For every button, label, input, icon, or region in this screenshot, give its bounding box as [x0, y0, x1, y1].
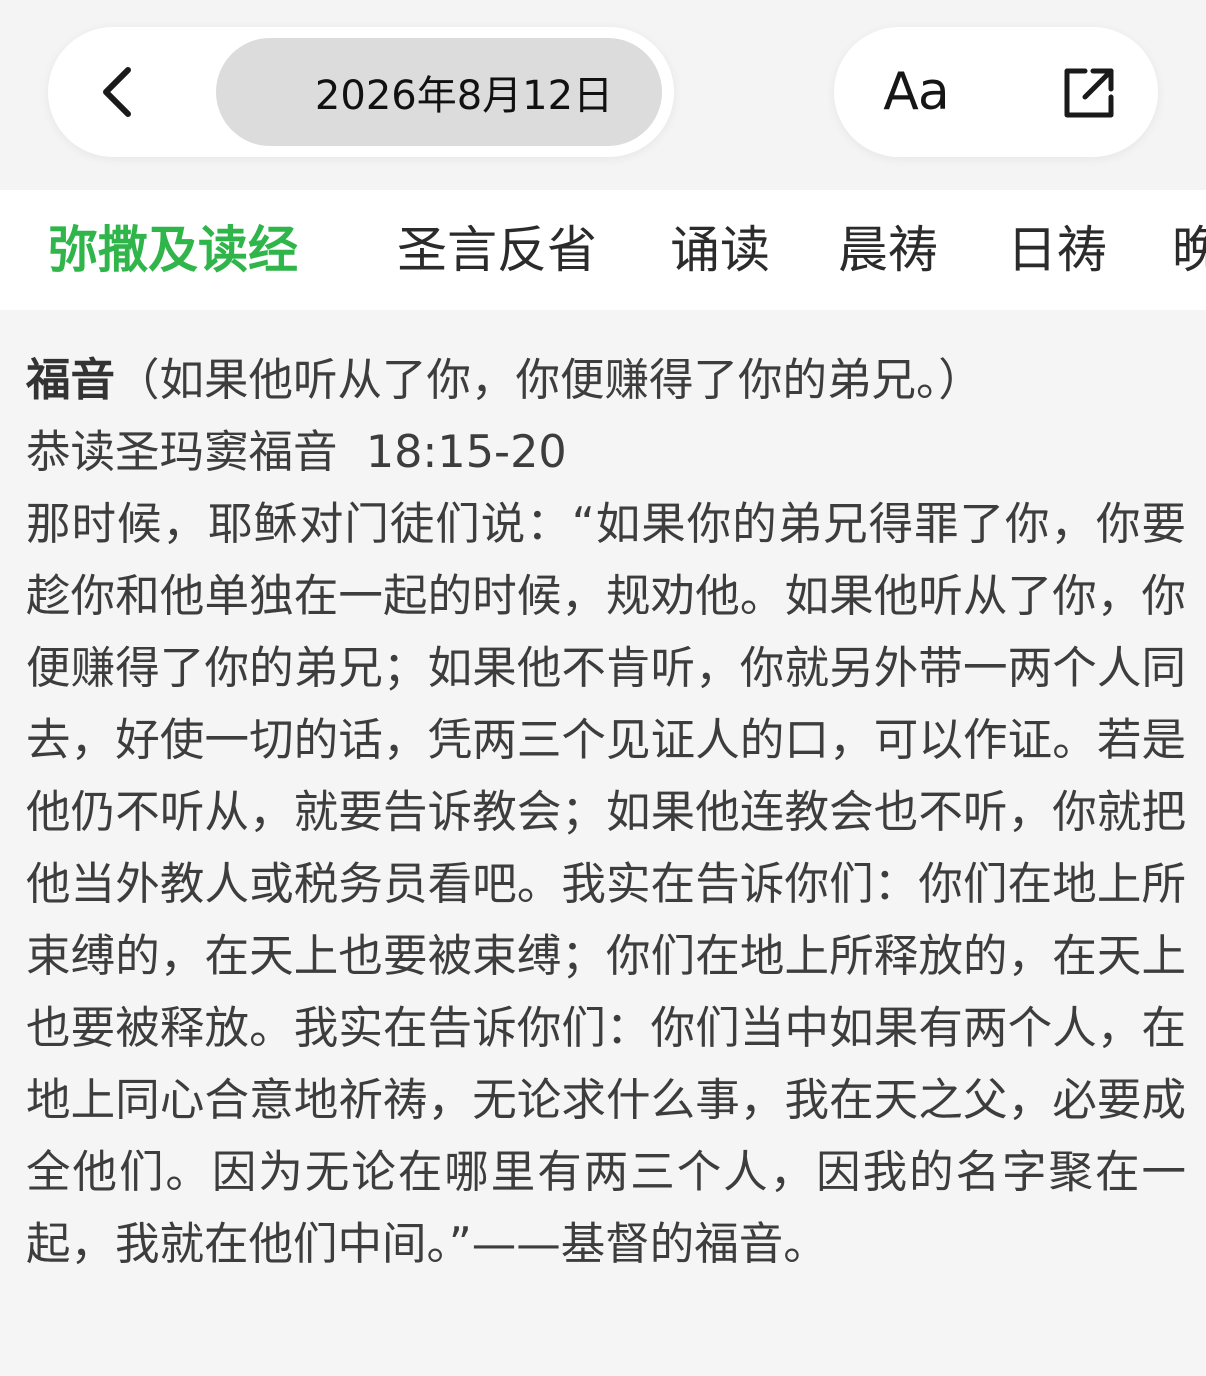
- date-selector[interactable]: 2026年8月12日: [216, 38, 662, 146]
- font-size-label: Aa: [883, 62, 949, 122]
- reading-reference: 18:15-20: [365, 427, 567, 478]
- reading-source: 恭读圣玛窦福音: [26, 427, 338, 478]
- section-subtitle: （如果他听从了你，你便赚得了你的弟兄。）: [115, 355, 983, 406]
- tab-morning-prayer[interactable]: 晨祷: [838, 220, 938, 280]
- font-size-button[interactable]: Aa: [866, 55, 966, 129]
- tab-bar: 弥撒及读经 圣言反省 诵读 晨祷 日祷 晚: [0, 190, 1206, 310]
- reading-source-line: 恭读圣玛窦福音 18:15-20: [26, 417, 1186, 489]
- share-button[interactable]: [1054, 58, 1124, 128]
- section-label: 福音: [26, 355, 116, 406]
- tab-office-of-readings[interactable]: 诵读: [670, 220, 770, 280]
- reading-heading: 福音（如果他听从了你，你便赚得了你的弟兄。）: [26, 345, 1186, 417]
- tab-word-reflection[interactable]: 圣言反省: [397, 220, 597, 280]
- share-external-icon: [1064, 68, 1114, 118]
- back-button[interactable]: [88, 62, 144, 122]
- tab-mass-readings[interactable]: 弥撒及读经: [48, 220, 298, 280]
- tab-evening-prayer[interactable]: 晚: [1172, 220, 1206, 280]
- reading-body: 那时候，耶稣对门徒们说：“如果你的弟兄得罪了你，你要趁你和他单独在一起的时候，规…: [26, 499, 1186, 1270]
- chevron-left-icon: [103, 67, 131, 117]
- reading-content: 福音（如果他听从了你，你便赚得了你的弟兄。） 恭读圣玛窦福音 18:15-20 …: [26, 345, 1186, 1281]
- tab-daytime-prayer[interactable]: 日祷: [1007, 220, 1107, 280]
- date-label: 2026年8月12日: [314, 73, 614, 119]
